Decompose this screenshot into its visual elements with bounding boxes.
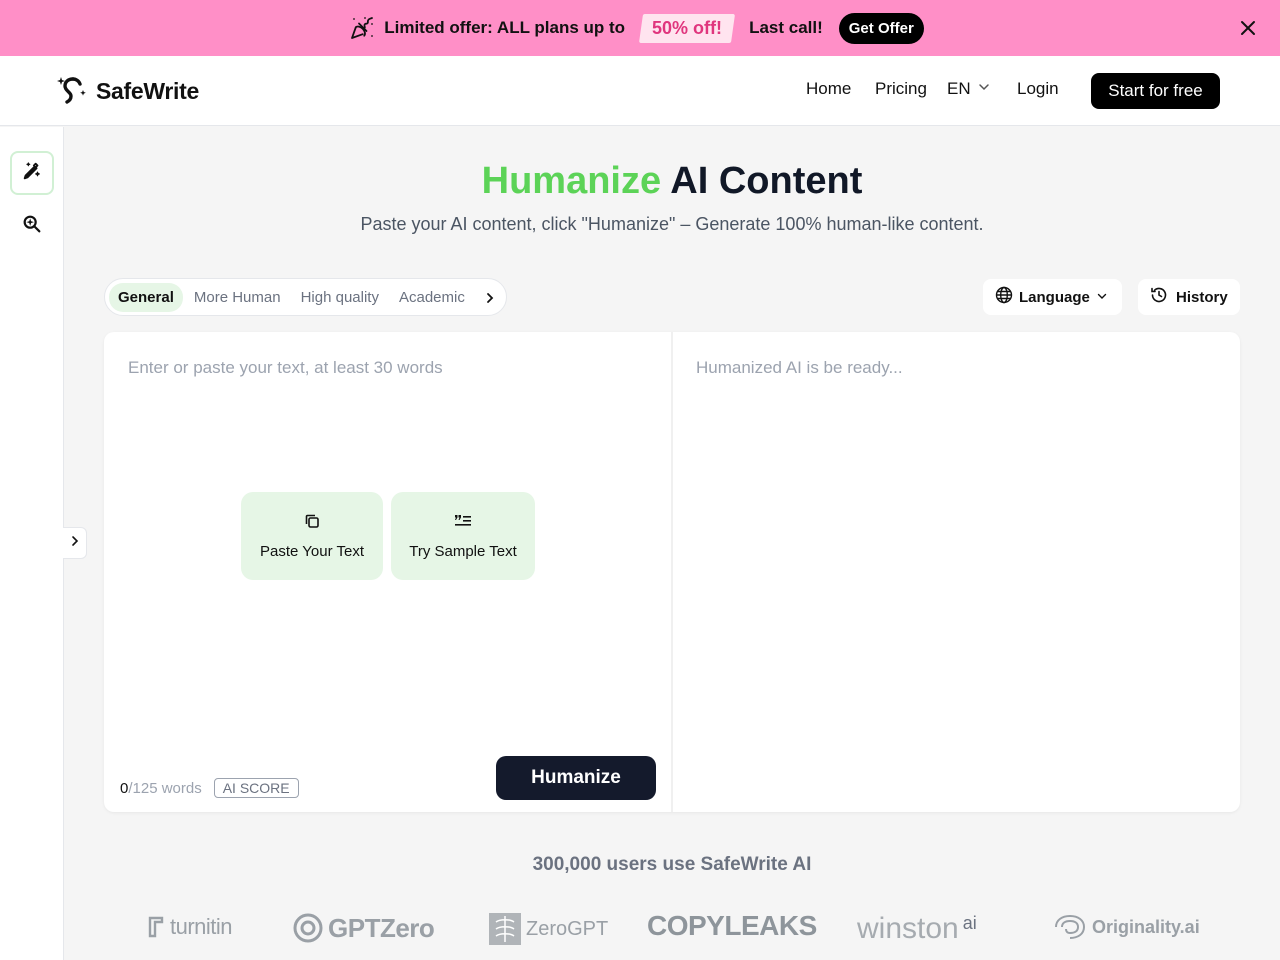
mode-tabs: General More Human High quality Academic [104,278,507,316]
chevron-down-icon [1096,289,1108,306]
logo-text: SafeWrite [96,77,199,104]
ai-detector-button[interactable] [10,204,54,248]
sample-text-button[interactable]: Try Sample Text [391,492,535,580]
history-label: History [1176,288,1228,306]
turnitin-text: turnitin [170,914,233,939]
language-select[interactable]: Language [983,279,1122,315]
gptzero-mark-icon [293,913,323,943]
users-count-text: 300,000 users use SafeWrite AI [532,854,812,875]
copy-icon [304,513,320,533]
input-textarea[interactable]: Enter or paste your text, at least 30 wo… [104,332,671,812]
history-button[interactable]: History [1138,279,1240,315]
copyleaks-text: COPYLEAKS [647,910,817,941]
chevron-right-icon[interactable] [480,288,500,308]
logo[interactable]: SafeWrite [56,74,199,108]
nav-pricing-link[interactable]: Pricing [875,79,927,99]
word-counter: 0 /125 words AI SCORE [120,778,299,798]
discount-badge-label: 50% off! [652,17,723,38]
history-icon [1150,286,1168,308]
paste-text-button[interactable]: Paste Your Text [241,492,383,580]
sample-text-label: Try Sample Text [409,542,517,560]
zerogpt-logo: ZeroGPT [488,912,608,946]
page-title: Humanize AI Content [64,160,1280,203]
search-sparkle-icon [21,213,43,240]
promo-text: Limited offer: ALL plans up to [384,18,626,37]
winston-text: winston [857,912,959,945]
zerogpt-mark-icon [489,913,521,945]
sidebar-expand-button[interactable] [63,527,87,559]
gptzero-text: GPTZero [328,912,435,943]
quote-text-icon [454,513,472,533]
originality-mark-icon [1055,914,1086,939]
word-count-value: 0 [120,779,129,797]
detector-logos: turnitin GPTZero ZeroGPT COPYLEAKS winst… [64,906,1280,954]
winston-ai-text: ai [962,912,977,933]
zerogpt-text: ZeroGPT [526,917,609,940]
language-switcher[interactable]: EN [947,79,991,99]
promo-banner: Limited offer: ALL plans up to 50% off! … [0,0,1280,56]
promo-last-call: Last call! [749,18,823,37]
copyleaks-logo: COPYLEAKS [647,910,817,942]
output-placeholder: Humanized AI is be ready... [696,358,903,377]
chevron-right-icon [69,534,81,552]
get-offer-button[interactable]: Get Offer [838,12,924,44]
discount-badge: 50% off! [639,13,736,43]
gptzero-logo: GPTZero [292,912,435,944]
input-placeholder: Enter or paste your text, at least 30 wo… [128,358,443,377]
site-header: SafeWrite Home Pricing EN Login Start fo… [0,56,1280,126]
originality-text: Originality.ai [1092,916,1200,937]
tab-general[interactable]: General [109,282,183,312]
tab-more-human[interactable]: More Human [185,283,290,312]
start-for-free-button[interactable]: Start for free [1091,73,1220,109]
sidebar [0,127,64,960]
turnitin-logo: turnitin [146,912,233,942]
chevron-down-icon [977,79,991,99]
originality-logo: Originality.ai [1052,912,1200,942]
ai-score-button[interactable]: AI SCORE [213,778,299,798]
humanize-button[interactable]: Humanize [496,756,656,800]
page-subtitle: Paste your AI content, click "Humanize" … [360,214,984,234]
tab-academic[interactable]: Academic [390,283,474,312]
tab-high-quality[interactable]: High quality [292,283,388,312]
globe-icon [995,286,1013,308]
language-code: EN [947,79,971,98]
logo-mark-icon [56,74,90,108]
login-link[interactable]: Login [1017,79,1059,99]
magic-pen-icon [21,160,43,187]
humanize-tool-button[interactable] [10,151,54,195]
paste-text-label: Paste Your Text [260,542,364,560]
close-icon[interactable] [1238,18,1258,38]
party-popper-icon [350,16,374,40]
nav-home-link[interactable]: Home [806,79,851,99]
title-rest: AI Content [661,160,863,202]
turnitin-mark-icon [148,916,164,938]
output-area: Humanized AI is be ready... [673,332,1240,812]
editor-panel: Enter or paste your text, at least 30 wo… [104,332,1240,812]
title-accent: Humanize [481,160,662,202]
language-select-label: Language [1019,288,1090,306]
winston-logo: winston ai [857,912,977,946]
word-limit: /125 words [128,779,202,797]
